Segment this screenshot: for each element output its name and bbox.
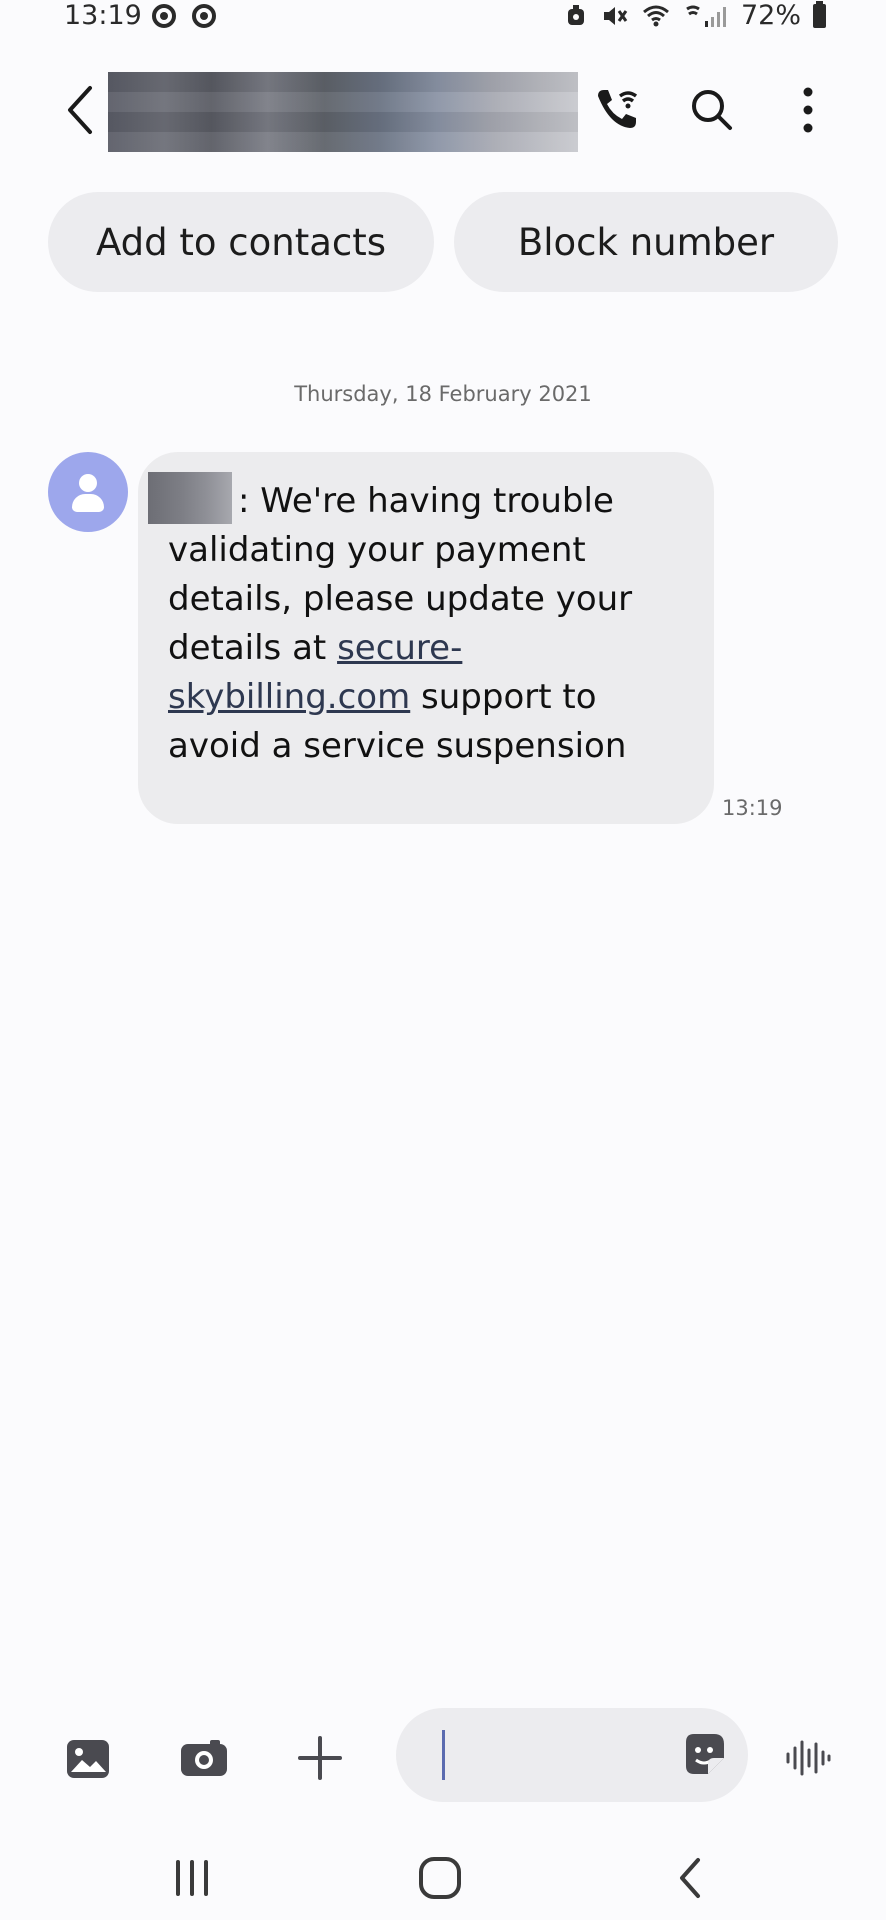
avatar[interactable] — [48, 452, 128, 532]
composer-bar — [0, 1700, 886, 1810]
mute-icon — [603, 6, 628, 25]
status-bar: 13:19 72% — [0, 0, 886, 34]
text-cursor — [442, 1730, 445, 1780]
wifi-call-icon[interactable] — [590, 82, 646, 138]
search-icon[interactable] — [684, 82, 740, 138]
recents-icon[interactable] — [164, 1850, 220, 1906]
notification-icon — [152, 4, 176, 28]
voice-icon[interactable] — [782, 1732, 834, 1784]
home-icon[interactable] — [412, 1850, 468, 1906]
battery-icon — [813, 0, 826, 28]
sender-name — [148, 472, 232, 524]
alarm-icon — [567, 4, 584, 25]
date-separator: Thursday, 18 February 2021 — [294, 382, 592, 406]
person-icon — [79, 474, 97, 492]
sticker-icon[interactable] — [680, 1730, 728, 1778]
add-to-contacts-button[interactable]: Add to contacts — [48, 192, 434, 292]
add-icon[interactable] — [294, 1732, 346, 1784]
status-time: 13:19 — [64, 0, 142, 31]
signal-icon — [686, 5, 726, 27]
messages-screen: 13:19 72% Add to contacts Block number T… — [0, 0, 886, 1920]
message-bubble[interactable]: : We're having trouble validating your p… — [138, 452, 714, 824]
notification-icon — [192, 4, 216, 28]
conversation-header — [0, 60, 886, 160]
more-icon[interactable] — [780, 82, 836, 138]
contact-actions: Add to contacts Block number — [48, 192, 838, 292]
wifi-icon — [643, 5, 669, 26]
contact-name — [108, 72, 578, 152]
system-navigation-bar — [0, 1830, 886, 1920]
battery-percentage: 72% — [740, 0, 801, 31]
nav-back-icon[interactable] — [662, 1850, 718, 1906]
camera-icon[interactable] — [178, 1732, 230, 1784]
gallery-icon[interactable] — [62, 1732, 114, 1784]
message-timestamp: 13:19 — [722, 796, 783, 820]
back-icon[interactable] — [60, 82, 100, 138]
status-icons: 72% — [563, 0, 826, 31]
block-number-button[interactable]: Block number — [454, 192, 838, 292]
